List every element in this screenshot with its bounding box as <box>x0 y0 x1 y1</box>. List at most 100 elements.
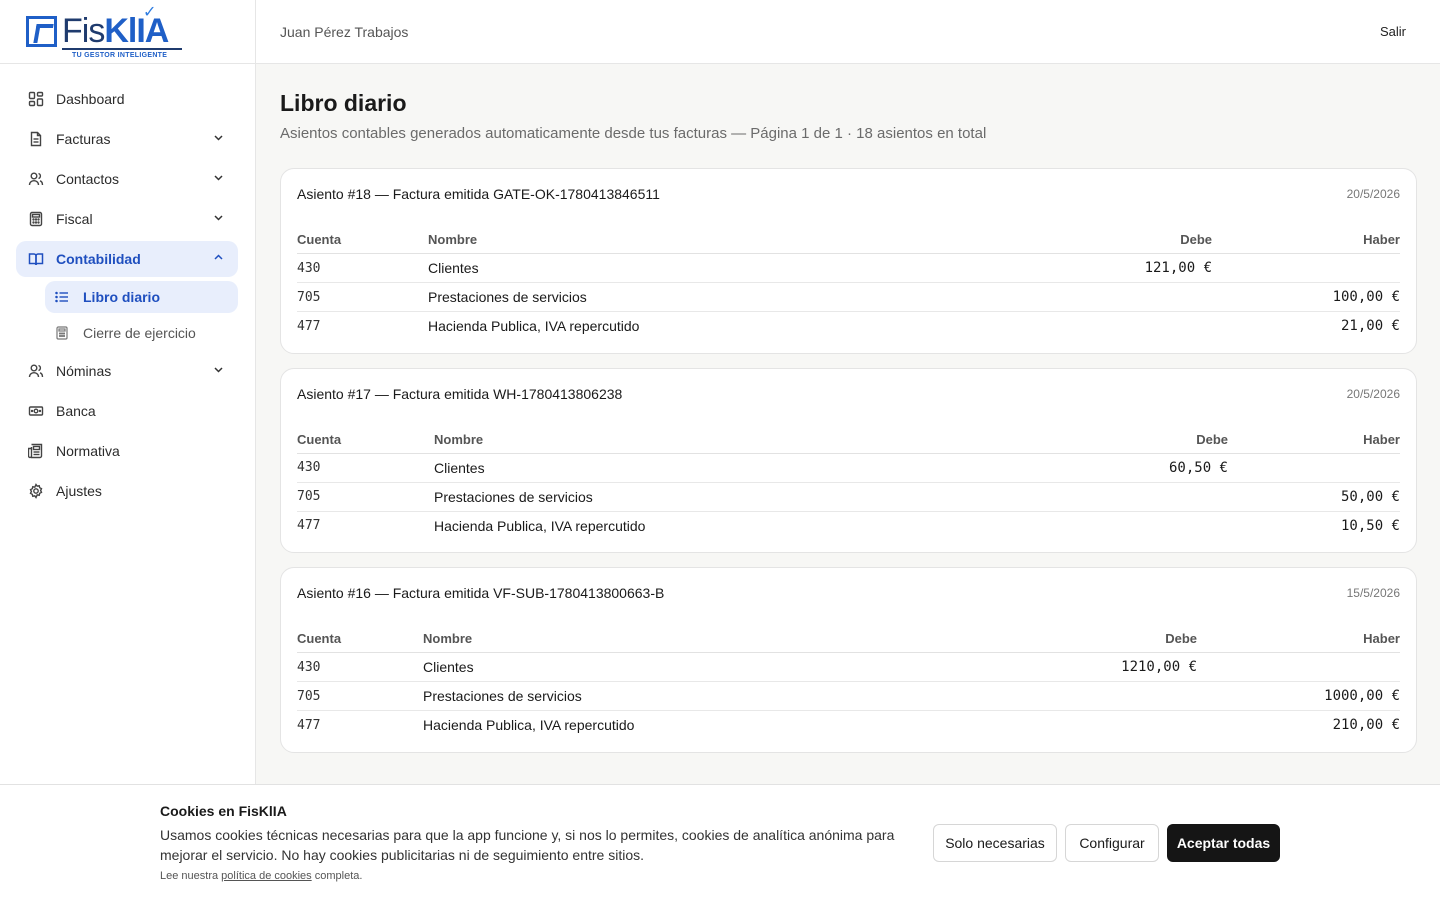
entry-title: Asiento #17 — Factura emitida WH-1780413… <box>297 385 623 402</box>
entry-table: Cuenta Nombre Debe Haber 430 Clientes 12… <box>297 631 1400 740</box>
sidebar-subitem-libro-diario[interactable]: Libro diario <box>45 281 238 313</box>
logo-check-icon: ✓ <box>143 4 157 21</box>
sidebar-item-label: Nóminas <box>56 363 112 379</box>
chevron-up-icon <box>213 252 224 266</box>
account-cell: 430 <box>297 453 434 483</box>
account-cell: 430 <box>297 652 423 682</box>
sidebar-item-contactos[interactable]: Contactos <box>16 161 238 197</box>
cookie-title: Cookies en FisKlIA <box>160 803 287 819</box>
sidebar-item-label: Ajustes <box>56 483 102 499</box>
table-row: 705 Prestaciones de servicios 50,00 € <box>297 482 1400 512</box>
sidebar-item-label: Fiscal <box>56 211 93 227</box>
entry-title: Asiento #18 — Factura emitida GATE-OK-17… <box>297 186 660 202</box>
sidebar-item-dashboard[interactable]: Dashboard <box>16 81 238 117</box>
name-cell: Hacienda Publica, IVA repercutido <box>423 717 635 734</box>
journal-entry-card: Asiento #16 — Factura emitida VF-SUB-178… <box>280 567 1417 753</box>
logo-mark-icon <box>26 16 57 47</box>
configure-button[interactable]: Configurar <box>1065 824 1159 862</box>
name-cell: Prestaciones de servicios <box>428 282 1052 312</box>
journal-entry-card: Asiento #17 — Factura emitida WH-1780413… <box>280 367 1417 553</box>
entry-date: 20/5/2026 <box>1346 386 1400 401</box>
book-icon <box>28 251 44 267</box>
sidebar: FisKlIA ✓ TU GESTOR INTELIGENTE Dashboar… <box>0 0 256 900</box>
sidebar-item-label: Dashboard <box>56 91 125 107</box>
banknote-icon <box>28 403 44 419</box>
debit-cell: 121,00 € <box>1052 253 1212 283</box>
cookie-policy-link[interactable]: política de cookies <box>221 870 312 882</box>
debit-cell <box>1068 482 1228 512</box>
cookie-banner: Cookies en FisKlIA Usamos cookies técnic… <box>0 784 1440 900</box>
debit-cell <box>1037 681 1197 711</box>
sidebar-subitem-cierre-ejercicio[interactable]: Cierre de ejercicio <box>45 317 238 349</box>
column-header-debit: Debe <box>1052 232 1212 254</box>
only-necessary-button[interactable]: Solo necesarias <box>933 824 1057 862</box>
column-header-account: Cuenta <box>297 431 434 454</box>
table-header-row: Cuenta Nombre Debe Haber <box>297 232 1400 254</box>
debit-cell <box>1037 711 1197 740</box>
debit-cell: 1210,00 € <box>1037 652 1197 682</box>
account-cell: 477 <box>297 318 321 334</box>
list-icon <box>55 290 69 304</box>
sidebar-nav: Dashboard Facturas Contactos Fiscal Cont… <box>0 64 255 509</box>
credit-cell: 210,00 € <box>1332 717 1400 734</box>
sidebar-item-label: Contactos <box>56 171 120 187</box>
account-cell: 705 <box>297 482 434 512</box>
table-row: 705 Prestaciones de servicios 100,00 € <box>297 282 1400 312</box>
entry-table: Cuenta Nombre Debe Haber 430 Clientes 12… <box>297 232 1400 341</box>
sidebar-item-contabilidad[interactable]: Contabilidad <box>16 241 238 277</box>
brand-logo[interactable]: FisKlIA ✓ TU GESTOR INTELIGENTE <box>0 0 255 64</box>
column-header-account: Cuenta <box>297 232 428 254</box>
sidebar-item-normativa[interactable]: Normativa <box>16 433 238 469</box>
top-bar: Juan Pérez Trabajos Salir <box>256 0 1440 64</box>
entry-date: 15/5/2026 <box>1346 586 1400 600</box>
gear-icon <box>28 483 44 499</box>
calculator-icon <box>55 326 69 340</box>
users-icon <box>28 363 44 379</box>
column-header-name: Nombre <box>428 232 1052 254</box>
entry-table: Cuenta Nombre Debe Haber 430 Clientes 60… <box>297 431 1400 541</box>
sidebar-item-label: Banca <box>56 403 96 419</box>
sidebar-item-label: Facturas <box>56 131 111 147</box>
users-icon <box>28 171 44 187</box>
account-cell: 705 <box>297 282 428 312</box>
account-cell: 477 <box>297 518 321 534</box>
chevron-down-icon <box>213 172 224 186</box>
name-cell: Clientes <box>423 652 1037 682</box>
column-header-credit: Haber <box>1212 232 1400 254</box>
logout-button[interactable]: Salir <box>1380 24 1406 39</box>
table-header-row: Cuenta Nombre Debe Haber <box>297 431 1400 454</box>
name-cell: Clientes <box>434 453 1068 483</box>
main-content: Libro diario Asientos contables generado… <box>280 64 1417 753</box>
sidebar-item-fiscal[interactable]: Fiscal <box>16 201 238 237</box>
accept-all-button[interactable]: Aceptar todas <box>1167 824 1280 862</box>
debit-cell <box>1068 511 1228 540</box>
account-cell: 705 <box>297 681 423 711</box>
sidebar-subitem-label: Cierre de ejercicio <box>83 325 196 341</box>
column-header-name: Nombre <box>423 631 1037 653</box>
sidebar-item-facturas[interactable]: Facturas <box>16 121 238 157</box>
logo-underline <box>62 48 182 50</box>
cookie-link-suffix: completa. <box>314 870 363 882</box>
credit-cell: 50,00 € <box>1228 482 1400 512</box>
table-header-row: Cuenta Nombre Debe Haber <box>297 631 1400 653</box>
name-cell: Hacienda Publica, IVA repercutido <box>434 517 646 534</box>
column-header-debit: Debe <box>1037 631 1197 653</box>
entry-title: Asiento #16 — Factura emitida VF-SUB-178… <box>297 585 665 601</box>
name-cell: Prestaciones de servicios <box>423 681 1037 711</box>
sidebar-item-nominas[interactable]: Nóminas <box>16 353 238 389</box>
column-header-name: Nombre <box>434 431 1068 454</box>
table-row: 430 Clientes 121,00 € <box>297 253 1400 283</box>
credit-cell <box>1212 253 1400 283</box>
debit-cell: 60,50 € <box>1068 453 1228 483</box>
credit-cell <box>1228 453 1400 483</box>
sidebar-item-ajustes[interactable]: Ajustes <box>16 473 238 509</box>
credit-cell: 1000,00 € <box>1197 681 1400 711</box>
column-header-credit: Haber <box>1228 431 1400 454</box>
name-cell: Hacienda Publica, IVA repercutido <box>428 318 640 335</box>
chevron-down-icon <box>213 212 224 226</box>
table-row: 477 Hacienda Publica, IVA repercutido 10… <box>297 511 1400 540</box>
credit-cell <box>1197 652 1400 682</box>
cookie-link-prefix: Lee nuestra <box>160 870 219 882</box>
sidebar-item-banca[interactable]: Banca <box>16 393 238 429</box>
credit-cell: 21,00 € <box>1340 318 1400 335</box>
